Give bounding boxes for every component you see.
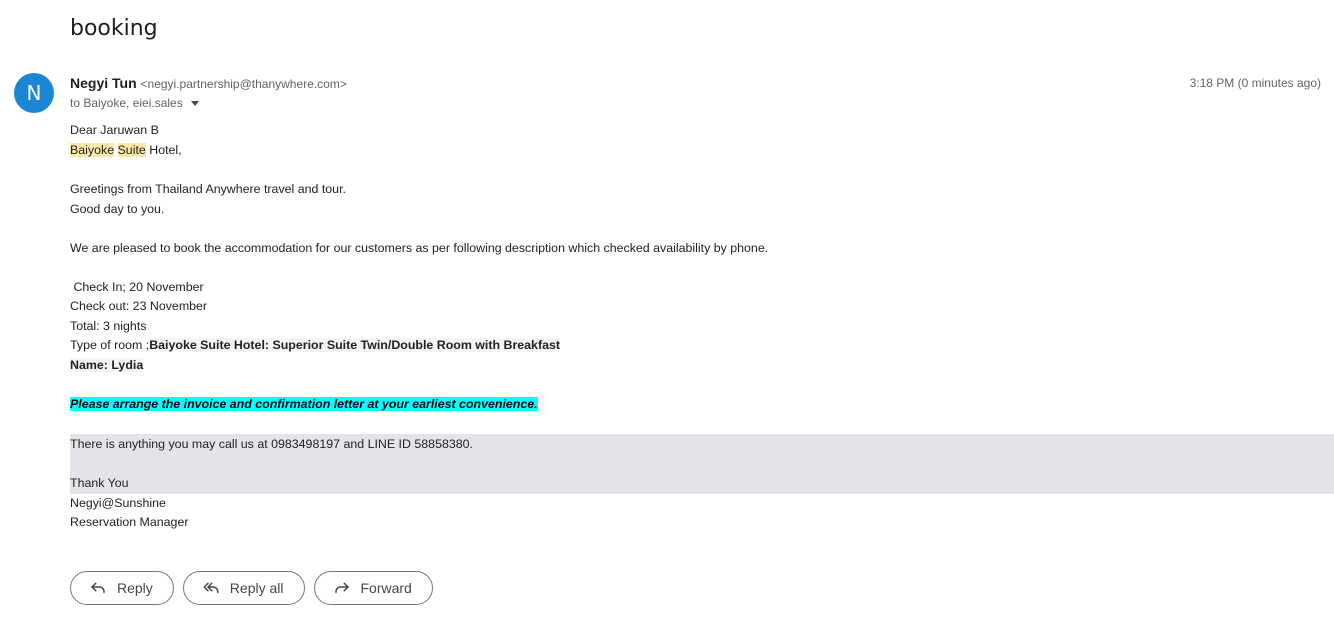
room-type-line: Type of room ;Baiyoke Suite Hotel: Super… <box>70 336 560 355</box>
contact-line: There is anything you may call us at 098… <box>70 437 473 451</box>
total-line: Total: 3 nights <box>70 319 147 333</box>
reply-icon <box>89 578 107 599</box>
hotel-line: Baiyoke Suite Hotel, <box>70 141 182 160</box>
room-type-value: Baiyoke Suite Hotel: Superior Suite Twin… <box>149 338 560 352</box>
signature-name: Negyi@Sunshine <box>70 496 166 510</box>
greetings-line: Greetings from Thailand Anywhere travel … <box>70 182 346 196</box>
email-timestamp: 3:18 PM (0 minutes ago) <box>1189 76 1321 90</box>
show-details-chevron-down-icon[interactable] <box>190 100 199 106</box>
reply-label: Reply <box>117 580 153 596</box>
sender-email: <negyi.partnership@thanywhere.com> <box>140 77 347 91</box>
forward-icon <box>333 578 351 599</box>
reply-all-button[interactable]: Reply all <box>182 571 305 605</box>
room-type-label: Type of room ; <box>70 338 150 352</box>
name-line: Name: Lydia <box>70 356 144 375</box>
forward-label: Forward <box>360 580 412 596</box>
sender-info: Negyi Tun <negyi.partnership@thanywhere.… <box>70 75 347 91</box>
check-out-line: Check out: 23 November <box>70 299 208 313</box>
guest-name: Name: Lydia <box>70 358 144 372</box>
forward-button[interactable]: Forward <box>313 571 433 605</box>
arrange-highlight: Please arrange the invoice and confirmat… <box>70 397 538 411</box>
recipients-text: to Baiyoke, eiei.sales <box>70 96 183 110</box>
reply-all-icon <box>202 578 220 599</box>
reply-button[interactable]: Reply <box>70 571 174 605</box>
highlight-suite: Suite <box>117 143 146 157</box>
check-in-line: Check In; 20 November <box>70 280 204 294</box>
signature-title: Reservation Manager <box>70 515 189 529</box>
hotel-rest: Hotel, <box>149 143 182 157</box>
highlight-baiyoke: Baiyoke <box>70 143 115 157</box>
good-day-line: Good day to you. <box>70 202 165 216</box>
email-actions: Reply Reply all Forward <box>70 571 433 605</box>
recipients: to Baiyoke, eiei.sales <box>70 96 199 110</box>
greeting-line: Dear Jaruwan B <box>70 123 159 137</box>
pleased-line: We are pleased to book the accommodation… <box>70 241 769 255</box>
email-subject: booking <box>70 16 158 41</box>
sender-name[interactable]: Negyi Tun <box>70 75 137 91</box>
arrange-line: Please arrange the invoice and confirmat… <box>70 395 538 414</box>
thank-you-line: Thank You <box>70 476 129 490</box>
sender-avatar[interactable]: N <box>14 73 54 113</box>
reply-all-label: Reply all <box>229 580 284 596</box>
